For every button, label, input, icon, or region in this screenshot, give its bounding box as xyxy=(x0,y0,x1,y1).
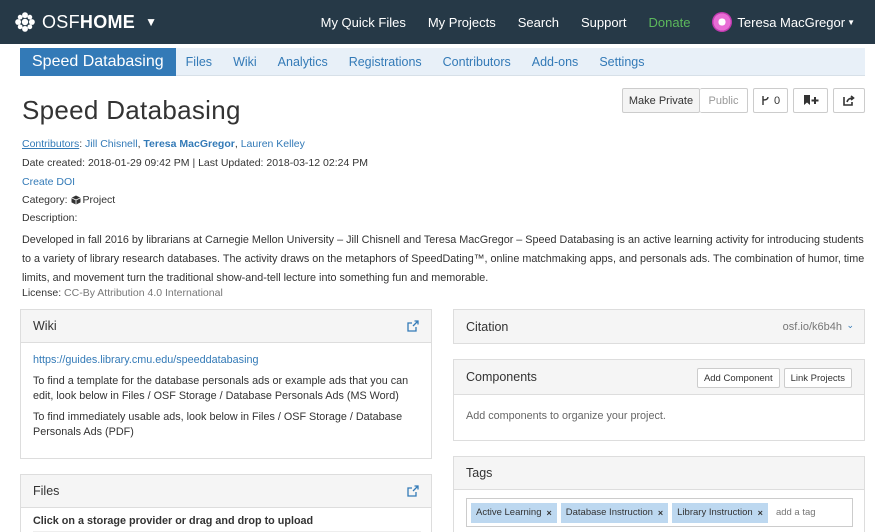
remove-tag-icon[interactable]: × xyxy=(758,508,763,518)
top-navbar: OSF HOME ▼ My Quick Files My Projects Sea… xyxy=(0,0,875,44)
tag-label: Database Instruction xyxy=(565,507,653,518)
project-tab-settings[interactable]: Settings xyxy=(599,55,644,69)
tag-chip: Active Learning × xyxy=(471,502,557,523)
category-label: Category: xyxy=(22,194,68,206)
nav-my-projects[interactable]: My Projects xyxy=(428,15,496,30)
tag-chip: Database Instruction × xyxy=(560,502,669,523)
license-line: License: CC-By Attribution 4.0 Internati… xyxy=(22,287,223,299)
wiki-panel-body: https://guides.library.cmu.edu/speeddata… xyxy=(21,343,431,456)
files-panel-title: Files xyxy=(33,484,60,498)
wiki-panel-title: Wiki xyxy=(33,319,57,333)
top-nav-links: My Quick Files My Projects Search Suppor… xyxy=(321,0,875,44)
brand-home-text: HOME xyxy=(79,11,136,32)
add-component-button[interactable]: Add Component xyxy=(696,368,780,388)
remove-tag-icon[interactable]: × xyxy=(658,508,663,518)
share-icon xyxy=(843,95,855,106)
chevron-down-icon[interactable]: ⌄ xyxy=(846,320,854,331)
project-tab-registrations[interactable]: Registrations xyxy=(349,55,422,69)
components-panel-title: Components xyxy=(466,370,537,384)
contributors-label[interactable]: Contributors xyxy=(22,138,79,150)
project-tab-analytics[interactable]: Analytics xyxy=(278,55,328,69)
project-nav-title[interactable]: Speed Databasing xyxy=(20,47,176,76)
project-nav: Speed Databasing Files Wiki Analytics Re… xyxy=(20,47,865,76)
files-panel-header: Files xyxy=(21,475,431,508)
components-empty-text: Add components to organize your project. xyxy=(466,410,666,422)
bookmark-button[interactable] xyxy=(793,88,828,113)
wiki-paragraph: To find a template for the database pers… xyxy=(33,375,409,402)
description-text: Developed in fall 2016 by librarians at … xyxy=(22,234,865,284)
files-upload-instruction: Click on a storage provider or drag and … xyxy=(33,515,314,527)
contributor-link[interactable]: Jill Chisnell xyxy=(85,138,138,150)
external-link-icon[interactable] xyxy=(407,485,419,497)
brand-osf-text: OSF xyxy=(42,11,80,32)
osf-logo-icon xyxy=(15,12,35,32)
osf-home-brand[interactable]: OSF HOME ▼ xyxy=(14,11,157,33)
link-projects-button[interactable]: Link Projects xyxy=(783,368,852,388)
project-tab-contributors[interactable]: Contributors xyxy=(443,55,511,69)
license-label: License: xyxy=(22,287,62,299)
user-name: Teresa MacGregor xyxy=(737,14,846,30)
tags-input-box[interactable]: Active Learning × Database Instruction × L… xyxy=(466,498,853,527)
citation-panel-header[interactable]: Citation osf.io/k6b4h ⌄ xyxy=(454,310,864,343)
tags-panel-title: Tags xyxy=(466,466,493,480)
dates-line: Date created: 2018-01-29 09:42 PM | Last… xyxy=(22,157,368,169)
user-menu[interactable]: Teresa MacGregor ▼ xyxy=(712,12,855,32)
avatar xyxy=(712,12,733,32)
category-value: Project xyxy=(82,194,116,206)
create-doi-link[interactable]: Create DOI xyxy=(22,176,75,188)
public-button[interactable]: Public xyxy=(700,88,748,113)
citation-panel-title: Citation xyxy=(466,319,509,334)
project-tab-files[interactable]: Files xyxy=(186,55,212,69)
page-title: Speed Databasing xyxy=(22,95,241,125)
wiki-panel: Wiki https://guides.library.cmu.edu/spee… xyxy=(20,309,432,459)
wiki-panel-header: Wiki xyxy=(21,310,431,343)
contributors-line: Contributors: Jill Chisnell, Teresa MacG… xyxy=(22,138,305,150)
tags-panel: Tags Active Learning × Database Instructi… xyxy=(453,456,865,532)
bookmark-add-icon xyxy=(803,95,818,105)
files-panel: Files Click on a storage provider or dra… xyxy=(20,474,432,532)
citation-id: osf.io/k6b4h xyxy=(782,320,842,333)
nav-search[interactable]: Search xyxy=(518,15,559,30)
wiki-paragraph: To find immediately usable ads, look bel… xyxy=(33,411,403,438)
share-button[interactable] xyxy=(833,88,865,113)
description-label: Description: xyxy=(22,212,78,224)
contributor-link[interactable]: Teresa MacGregor xyxy=(143,138,234,150)
tags-panel-header: Tags xyxy=(454,457,864,490)
nav-my-quick-files[interactable]: My Quick Files xyxy=(321,15,406,30)
components-panel: Components Add Component Link Projects A… xyxy=(453,359,865,441)
citation-panel: Citation osf.io/k6b4h ⌄ xyxy=(453,309,865,344)
fork-button[interactable]: 0 xyxy=(753,88,788,113)
components-actions: Add Component Link Projects xyxy=(696,368,852,388)
license-value[interactable]: CC-By Attribution 4.0 International xyxy=(64,287,223,299)
user-caret-icon: ▼ xyxy=(847,17,855,27)
fork-icon xyxy=(762,96,769,105)
tag-label: Active Learning xyxy=(476,507,542,518)
cube-icon xyxy=(70,195,81,205)
create-doi-line: Create DOI xyxy=(22,176,75,188)
brand-caret-icon[interactable]: ▼ xyxy=(145,15,157,29)
external-link-icon[interactable] xyxy=(407,320,419,332)
project-tab-wiki[interactable]: Wiki xyxy=(233,55,257,69)
remove-tag-icon[interactable]: × xyxy=(546,508,551,518)
tag-chip: Library Instruction × xyxy=(672,502,768,523)
components-panel-header: Components Add Component Link Projects xyxy=(454,360,864,395)
category-line: Category: Project xyxy=(22,194,115,206)
nav-support[interactable]: Support xyxy=(581,15,627,30)
project-tab-add-ons[interactable]: Add-ons xyxy=(532,55,579,69)
nav-donate[interactable]: Donate xyxy=(649,15,691,30)
contributor-link[interactable]: Lauren Kelley xyxy=(241,138,305,150)
wiki-link[interactable]: https://guides.library.cmu.edu/speeddata… xyxy=(33,354,258,366)
add-tag-input[interactable] xyxy=(775,507,822,518)
make-private-button[interactable]: Make Private xyxy=(622,88,700,113)
tag-label: Library Instruction xyxy=(677,507,753,518)
fork-count: 0 xyxy=(773,94,781,107)
